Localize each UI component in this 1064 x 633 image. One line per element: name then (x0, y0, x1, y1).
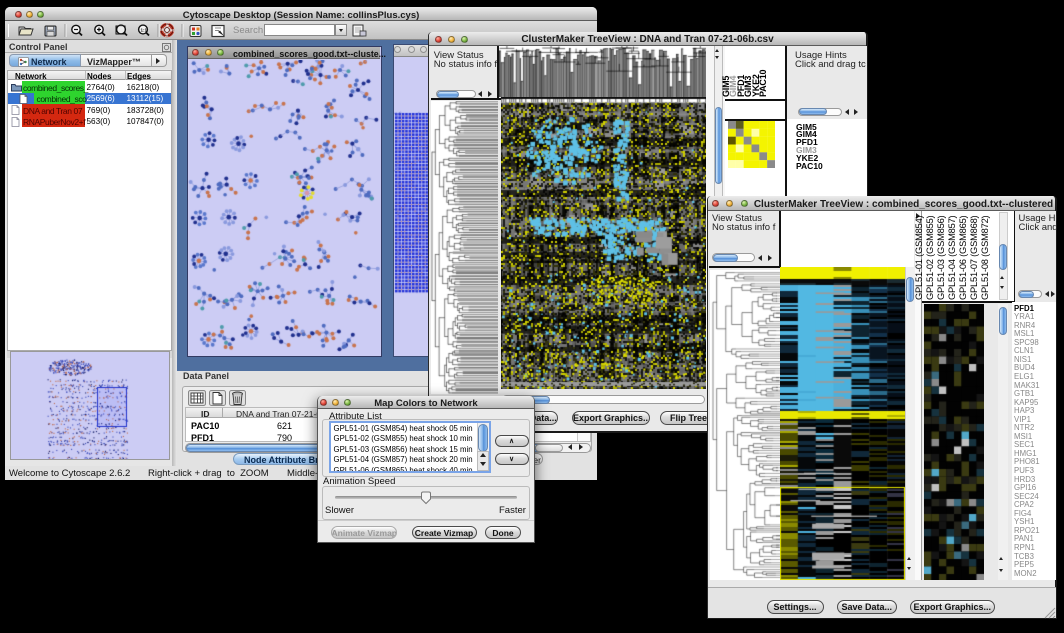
svg-text:1:1: 1:1 (141, 28, 148, 33)
